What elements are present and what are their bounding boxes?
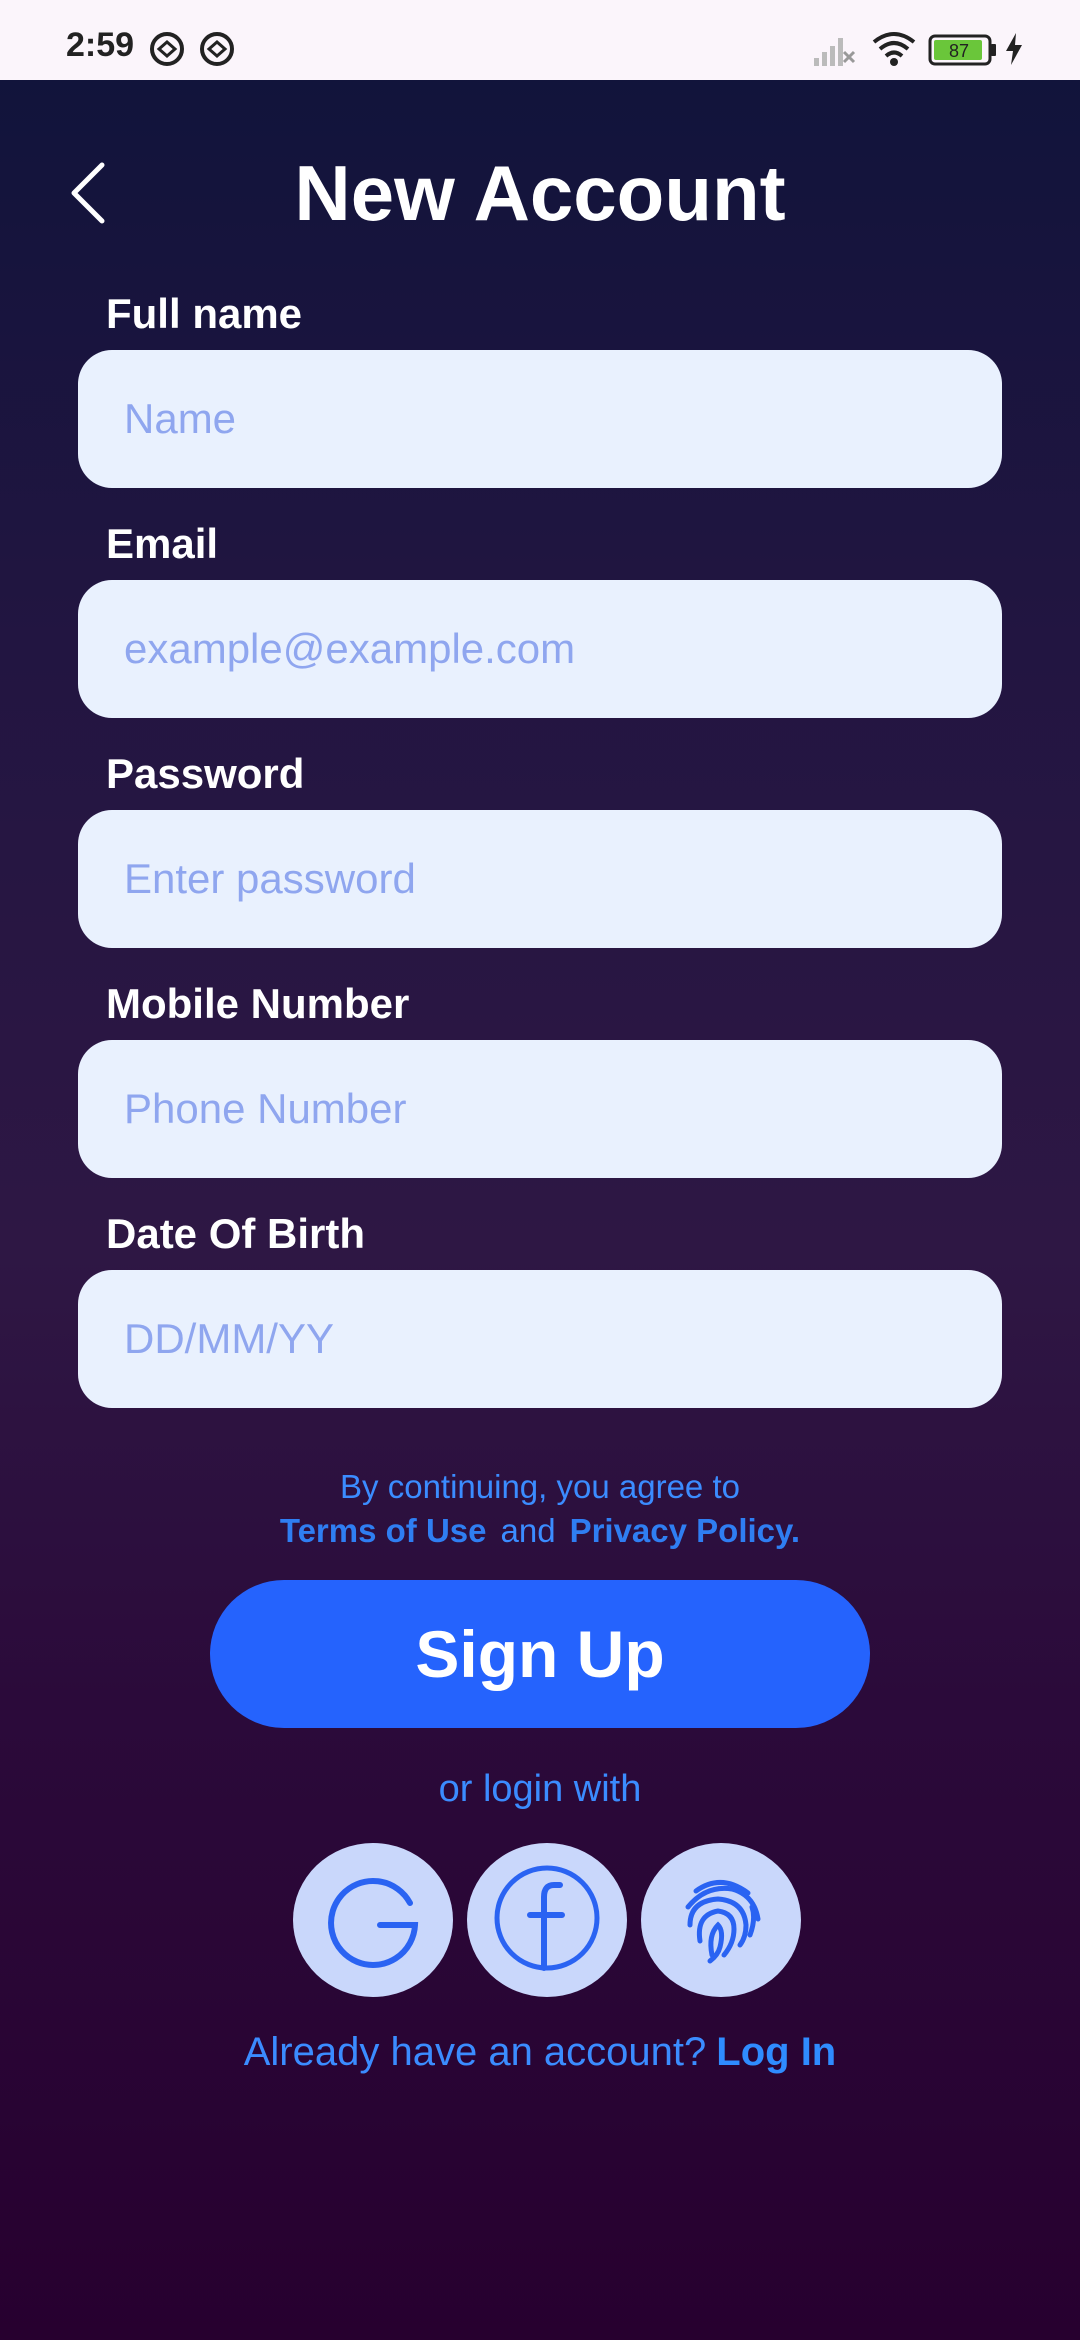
email-input[interactable] bbox=[122, 624, 958, 674]
notification-icon bbox=[198, 30, 236, 73]
phone-number-input[interactable] bbox=[122, 1084, 958, 1134]
full-name-input[interactable] bbox=[122, 394, 958, 444]
email-label: Email bbox=[106, 520, 219, 567]
password-field[interactable] bbox=[78, 810, 1002, 948]
wifi-icon bbox=[870, 28, 918, 73]
terms-text: By continuing, you agree to bbox=[340, 1468, 740, 1505]
log-in-link[interactable]: Log In bbox=[716, 2030, 836, 2074]
already-have-account-row: Already have an account? Log In bbox=[0, 2030, 1080, 2075]
date-of-birth-field[interactable] bbox=[78, 1270, 1002, 1408]
date-of-birth-label: Date Of Birth bbox=[106, 1210, 366, 1257]
full-name-field[interactable] bbox=[78, 350, 1002, 488]
mobile-number-label: Mobile Number bbox=[106, 980, 410, 1027]
page-title: New Account bbox=[294, 149, 786, 237]
status-bar: 2:59 87 bbox=[0, 0, 1080, 80]
fingerprint-login-button[interactable] bbox=[641, 1843, 801, 1997]
facebook-login-button[interactable] bbox=[467, 1843, 627, 1997]
sign-up-button[interactable]: Sign Up bbox=[210, 1580, 870, 1728]
signal-icon bbox=[812, 32, 856, 73]
status-time: 2:59 bbox=[66, 26, 135, 64]
password-input[interactable] bbox=[122, 854, 958, 904]
battery-icon: 87 bbox=[928, 34, 998, 71]
facebook-icon bbox=[492, 1863, 602, 1978]
charging-icon bbox=[1004, 32, 1024, 71]
full-name-label: Full name bbox=[106, 290, 303, 337]
date-of-birth-input[interactable] bbox=[122, 1314, 958, 1364]
terms-and-text: and bbox=[500, 1512, 556, 1549]
or-login-with-text: or login with bbox=[438, 1768, 642, 1810]
terms-of-use-link[interactable]: Terms of Use bbox=[280, 1512, 487, 1549]
fingerprint-icon bbox=[666, 1863, 776, 1978]
password-label: Password bbox=[106, 750, 305, 797]
google-icon bbox=[318, 1863, 428, 1978]
google-login-button[interactable] bbox=[293, 1843, 453, 1997]
privacy-policy-link[interactable]: Privacy Policy. bbox=[570, 1512, 801, 1549]
mobile-number-field[interactable] bbox=[78, 1040, 1002, 1178]
svg-text:87: 87 bbox=[949, 41, 969, 61]
terms-links: Terms of Use and Privacy Policy. bbox=[0, 1512, 1080, 1550]
email-field[interactable] bbox=[78, 580, 1002, 718]
already-have-account-text: Already have an account? bbox=[243, 2030, 707, 2074]
notification-icon bbox=[148, 30, 186, 73]
